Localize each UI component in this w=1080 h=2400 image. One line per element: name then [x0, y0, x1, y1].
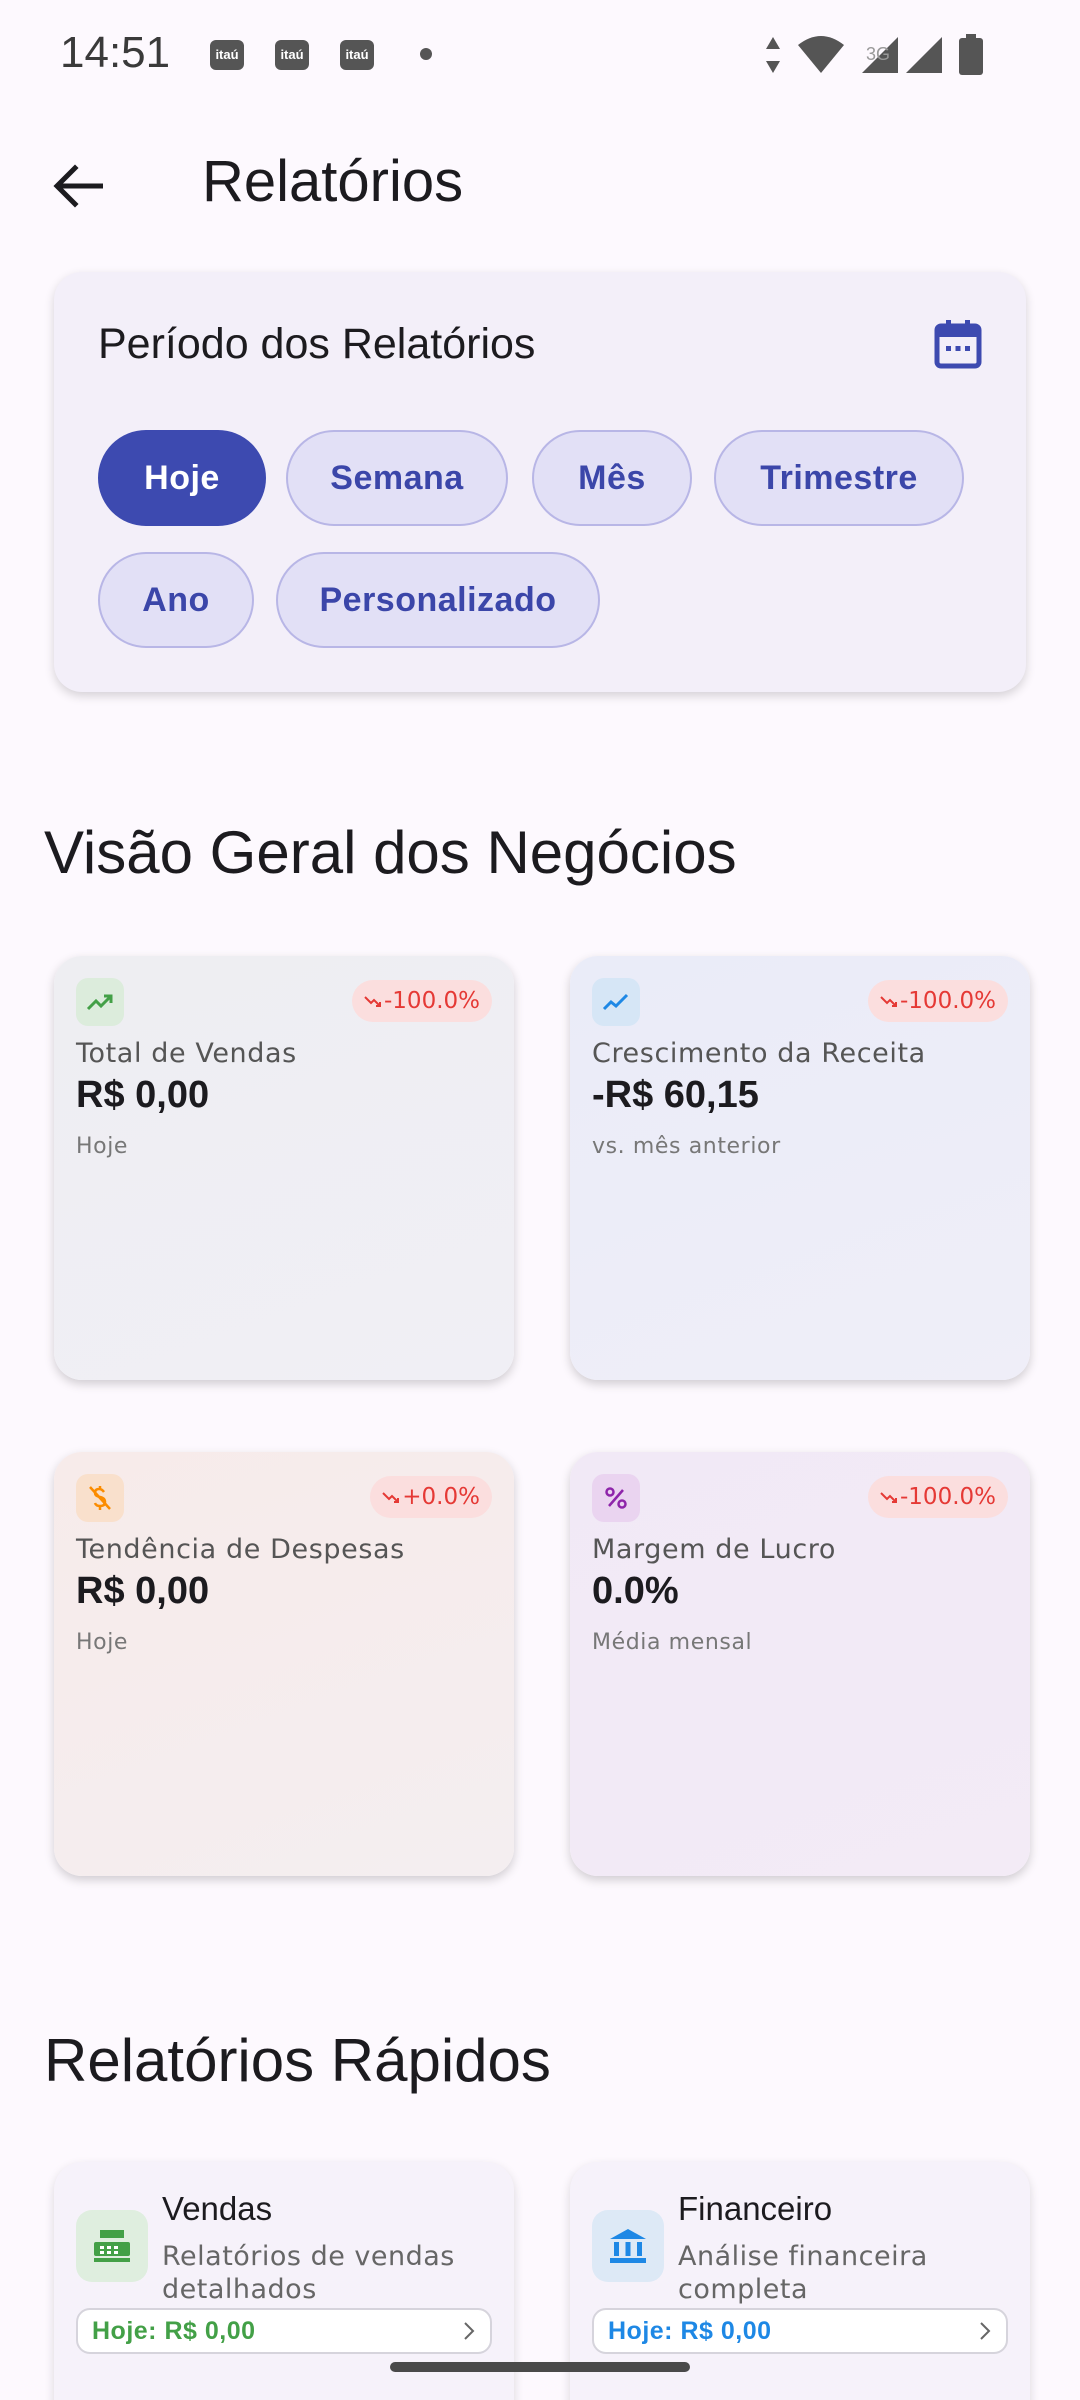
status-time: 14:51	[60, 28, 171, 77]
quick-report-summary[interactable]: Hoje: R$ 0,00	[76, 2308, 492, 2354]
quick-report-description: Relatórios de vendas detalhados	[162, 2241, 455, 2305]
chip-personalizado[interactable]: Personalizado	[276, 552, 600, 648]
metric-card-crescimento-receita[interactable]: -100.0% Crescimento da Receita -R$ 60,15…	[570, 956, 1030, 1380]
metric-label: Tendência de Despesas	[76, 1534, 405, 1565]
period-card: Período dos Relatórios Hoje Semana Mês T…	[54, 272, 1026, 692]
wifi-icon	[797, 36, 844, 73]
percent-icon	[592, 1474, 640, 1522]
page-title: Relatórios	[202, 149, 464, 214]
chevron-right-icon	[980, 2322, 991, 2340]
chip-ano[interactable]: Ano	[98, 552, 254, 648]
trending-down-icon	[382, 1492, 400, 1503]
quick-reports-section-title: Relatórios Rápidos	[44, 2027, 551, 2094]
trending-down-icon	[880, 1492, 897, 1503]
trend-badge: +0.0%	[370, 1476, 492, 1518]
metric-value: R$ 0,00	[76, 1074, 210, 1116]
metric-value: R$ 0,00	[76, 1570, 210, 1612]
quick-report-summary[interactable]: Hoje: R$ 0,00	[592, 2308, 1008, 2354]
metric-label: Total de Vendas	[76, 1038, 297, 1069]
metric-card-tendencia-despesas[interactable]: +0.0% Tendência de Despesas R$ 0,00 Hoje	[54, 1452, 514, 1876]
overview-section-title: Visão Geral dos Negócios	[44, 819, 737, 886]
calendar-icon	[934, 320, 982, 369]
quick-report-description: Análise financeira completa	[678, 2241, 928, 2305]
itau-notification-icon: itaú	[275, 40, 309, 70]
point-of-sale-icon	[76, 2210, 148, 2282]
more-notifications-dot-icon	[420, 48, 432, 60]
itau-notification-icon: itaú	[210, 40, 244, 70]
trending-down-icon	[364, 996, 381, 1007]
app-bar: Relatórios	[0, 130, 1080, 240]
chevron-right-icon	[464, 2322, 475, 2340]
quick-report-title: Financeiro	[678, 2190, 833, 2227]
trend-badge: -100.0%	[868, 980, 1008, 1022]
metric-label: Margem de Lucro	[592, 1534, 836, 1565]
metric-card-total-vendas[interactable]: -100.0% Total de Vendas R$ 0,00 Hoje	[54, 956, 514, 1380]
metric-subtitle: vs. mês anterior	[592, 1134, 781, 1159]
metric-subtitle: Hoje	[76, 1630, 129, 1655]
trend-badge: -100.0%	[868, 1476, 1008, 1518]
calendar-button[interactable]	[934, 318, 982, 370]
back-button[interactable]	[42, 150, 114, 222]
trend-badge: -100.0%	[352, 980, 492, 1022]
trending-up-icon	[76, 978, 124, 1026]
itau-notification-icon: itaú	[340, 40, 374, 70]
arrow-back-icon	[53, 164, 103, 208]
bank-icon	[592, 2210, 664, 2282]
metric-card-margem-lucro[interactable]: -100.0% Margem de Lucro 0.0% Média mensa…	[570, 1452, 1030, 1876]
network-3g-icon: 3G	[865, 43, 890, 64]
chip-trimestre[interactable]: Trimestre	[714, 430, 964, 526]
show-chart-icon	[592, 978, 640, 1026]
home-indicator[interactable]	[390, 2362, 690, 2372]
metric-value: 0.0%	[592, 1570, 679, 1612]
trending-down-icon	[880, 996, 897, 1007]
chip-semana[interactable]: Semana	[286, 430, 508, 526]
money-off-icon	[76, 1474, 124, 1522]
metric-subtitle: Hoje	[76, 1134, 129, 1159]
system-icons: 3G	[764, 34, 984, 76]
battery-icon	[959, 34, 983, 75]
chip-hoje[interactable]: Hoje	[98, 430, 266, 526]
metric-subtitle: Média mensal	[592, 1630, 753, 1655]
chip-mes[interactable]: Mês	[532, 430, 692, 526]
metric-value: -R$ 60,15	[592, 1074, 759, 1116]
data-arrows-icon	[765, 37, 780, 73]
metric-label: Crescimento da Receita	[592, 1038, 926, 1069]
period-title: Período dos Relatórios	[98, 320, 536, 368]
signal-icon	[906, 37, 942, 73]
quick-report-title: Vendas	[162, 2190, 273, 2227]
status-bar: 14:51 itaú itaú itaú 3G	[0, 0, 1080, 110]
